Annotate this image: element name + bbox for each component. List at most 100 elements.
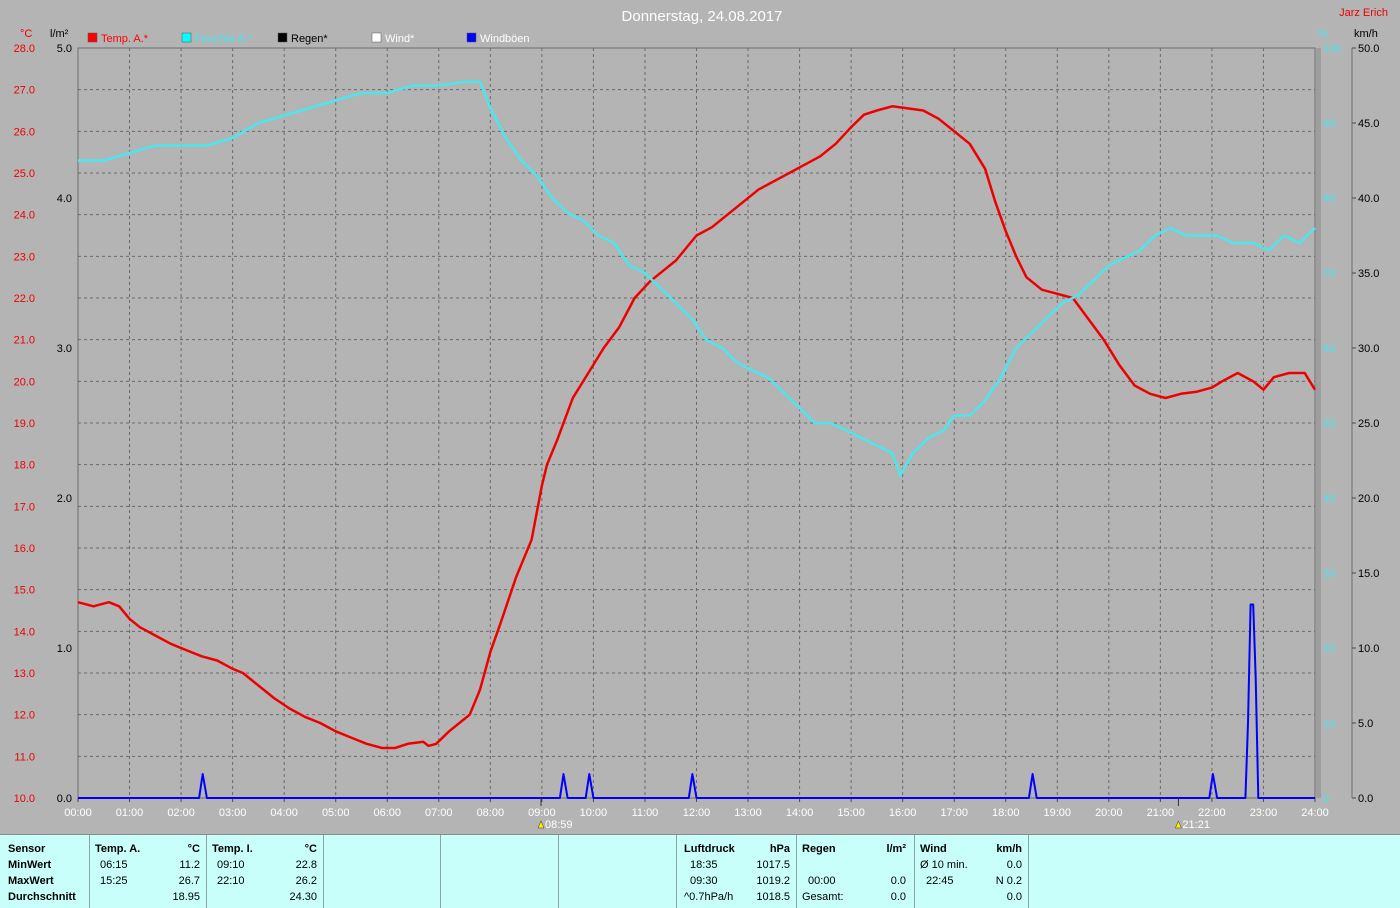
temp-tick-label: 22.0 — [14, 293, 35, 305]
hum-tick-label: 70 — [1323, 268, 1335, 280]
temp-a-max: 26.7 — [178, 875, 200, 887]
pressure-min-time: 18:35 — [690, 859, 718, 871]
wind-header: Wind — [920, 843, 947, 855]
wind-tick-label: 50.0 — [1358, 43, 1379, 55]
rain-max-time: 00:00 — [808, 875, 836, 887]
x-tick-label: 07:00 — [425, 807, 453, 819]
rain-tick-label: 2.0 — [57, 493, 72, 505]
rain-total: 0.0 — [890, 891, 906, 903]
pressure-trend: ^0.7hPa/h — [684, 891, 734, 903]
marker-label: 08:59 — [545, 819, 573, 831]
x-tick-label: 02:00 — [167, 807, 195, 819]
marker-label: 21:21 — [1182, 819, 1210, 831]
temp-tick-label: 25.0 — [14, 168, 35, 180]
legend-swatch — [87, 32, 98, 43]
rain-unit: l/m² — [886, 843, 906, 855]
hum-tick-label: 30 — [1323, 568, 1335, 580]
rain-header: Regen — [802, 843, 836, 855]
temp-tick-label: 16.0 — [14, 543, 35, 555]
temp-tick-label: 23.0 — [14, 251, 35, 263]
x-tick-label: 22:00 — [1198, 807, 1226, 819]
legend-label: Windböen — [480, 33, 530, 45]
x-tick-label: 10:00 — [580, 807, 608, 819]
wind-axis-unit: km/h — [1354, 28, 1378, 40]
temp-i-unit: °C — [304, 843, 317, 855]
hum-tick-label: 50 — [1323, 418, 1335, 430]
row-label-avg: Durchschnitt — [8, 891, 76, 903]
x-tick-label: 01:00 — [116, 807, 144, 819]
hum-tick-label: 100 — [1323, 43, 1341, 55]
hum-tick-label: 40 — [1323, 493, 1335, 505]
temp-a-avg: 18.95 — [172, 891, 200, 903]
x-tick-label: 03:00 — [219, 807, 247, 819]
temp-i-header: Temp. I. — [212, 843, 253, 855]
temp-axis-unit: °C — [20, 28, 32, 40]
temp-tick-label: 18.0 — [14, 460, 35, 472]
pressure-current: 1018.5 — [756, 891, 790, 903]
legend-label: Wind* — [385, 33, 415, 45]
rain-max: 0.0 — [890, 875, 906, 887]
x-tick-label: 00:00 — [64, 807, 92, 819]
pressure-header: Luftdruck — [684, 843, 735, 855]
temp-a-min: 11.2 — [179, 859, 200, 871]
temp-tick-label: 20.0 — [14, 376, 35, 388]
x-tick-label: 09:00 — [528, 807, 556, 819]
x-tick-label: 21:00 — [1147, 807, 1175, 819]
temp-tick-label: 27.0 — [14, 85, 35, 97]
wind-tick-label: 10.0 — [1358, 643, 1379, 655]
wind-tick-label: 40.0 — [1358, 193, 1379, 205]
x-tick-label: 16:00 — [889, 807, 917, 819]
temp-tick-label: 14.0 — [14, 626, 35, 638]
hum-tick-label: 10 — [1323, 718, 1335, 730]
temp-tick-label: 28.0 — [14, 43, 35, 55]
wind-tick-label: 35.0 — [1358, 268, 1379, 280]
x-tick-label: 05:00 — [322, 807, 350, 819]
wind-tick-label: 30.0 — [1358, 343, 1379, 355]
x-tick-label: 15:00 — [837, 807, 865, 819]
wind-tick-label: 5.0 — [1358, 718, 1373, 730]
temp-a-max-time: 15:25 — [100, 875, 128, 887]
temp-tick-label: 10.0 — [14, 793, 35, 805]
x-tick-label: 23:00 — [1250, 807, 1278, 819]
wind-tick-label: 15.0 — [1358, 568, 1379, 580]
temp-i-max: 26.2 — [295, 875, 317, 887]
x-tick-label: 11:00 — [632, 807, 659, 819]
right-axis-band — [1316, 48, 1321, 798]
rain-total-label: Gesamt: — [802, 891, 844, 903]
rain-axis-unit: l/m² — [50, 28, 69, 40]
rain-tick-label: 0.0 — [57, 793, 72, 805]
legend-swatch — [277, 32, 288, 43]
temp-tick-label: 17.0 — [14, 501, 35, 513]
pressure-max-time: 09:30 — [690, 875, 718, 887]
wind-tick-label: 0.0 — [1358, 793, 1373, 805]
temp-a-min-time: 06:15 — [100, 859, 128, 871]
temp-a-unit: °C — [187, 843, 200, 855]
x-tick-label: 20:00 — [1095, 807, 1123, 819]
wind-max: N 0.2 — [995, 875, 1022, 887]
wind-avg: 0.0 — [1006, 891, 1022, 903]
rain-tick-label: 1.0 — [57, 643, 72, 655]
statistics-panel: Sensor MinWert MaxWert Durchschnitt Temp… — [0, 834, 1400, 908]
x-tick-label: 17:00 — [940, 807, 968, 819]
x-tick-label: 14:00 — [786, 807, 814, 819]
temp-tick-label: 11.0 — [14, 751, 35, 763]
x-tick-label: 18:00 — [992, 807, 1020, 819]
hum-tick-label: 0 — [1323, 793, 1329, 805]
rain-tick-label: 5.0 — [57, 43, 72, 55]
rain-tick-label: 3.0 — [57, 343, 72, 355]
wind-min: 0.0 — [1006, 859, 1022, 871]
wind-min-label: Ø 10 min. — [920, 859, 968, 871]
hum-axis-unit: % — [1318, 28, 1328, 40]
hum-tick-label: 90 — [1323, 118, 1335, 130]
pressure-unit: hPa — [769, 843, 790, 855]
wind-tick-label: 45.0 — [1358, 118, 1379, 130]
weather-chart-window: Donnerstag, 24.08.2017 Jarz Erich °C l/m… — [0, 0, 1400, 908]
temp-i-min: 22.8 — [295, 859, 317, 871]
temp-i-max-time: 22:10 — [217, 875, 245, 887]
row-label-max: MaxWert — [8, 875, 54, 887]
author-label: Jarz Erich — [1339, 7, 1388, 19]
temp-i-avg: 24.30 — [289, 891, 317, 903]
chart-title: Donnerstag, 24.08.2017 — [622, 8, 783, 25]
hum-tick-label: 80 — [1323, 193, 1335, 205]
temp-i-min-time: 09:10 — [217, 859, 245, 871]
